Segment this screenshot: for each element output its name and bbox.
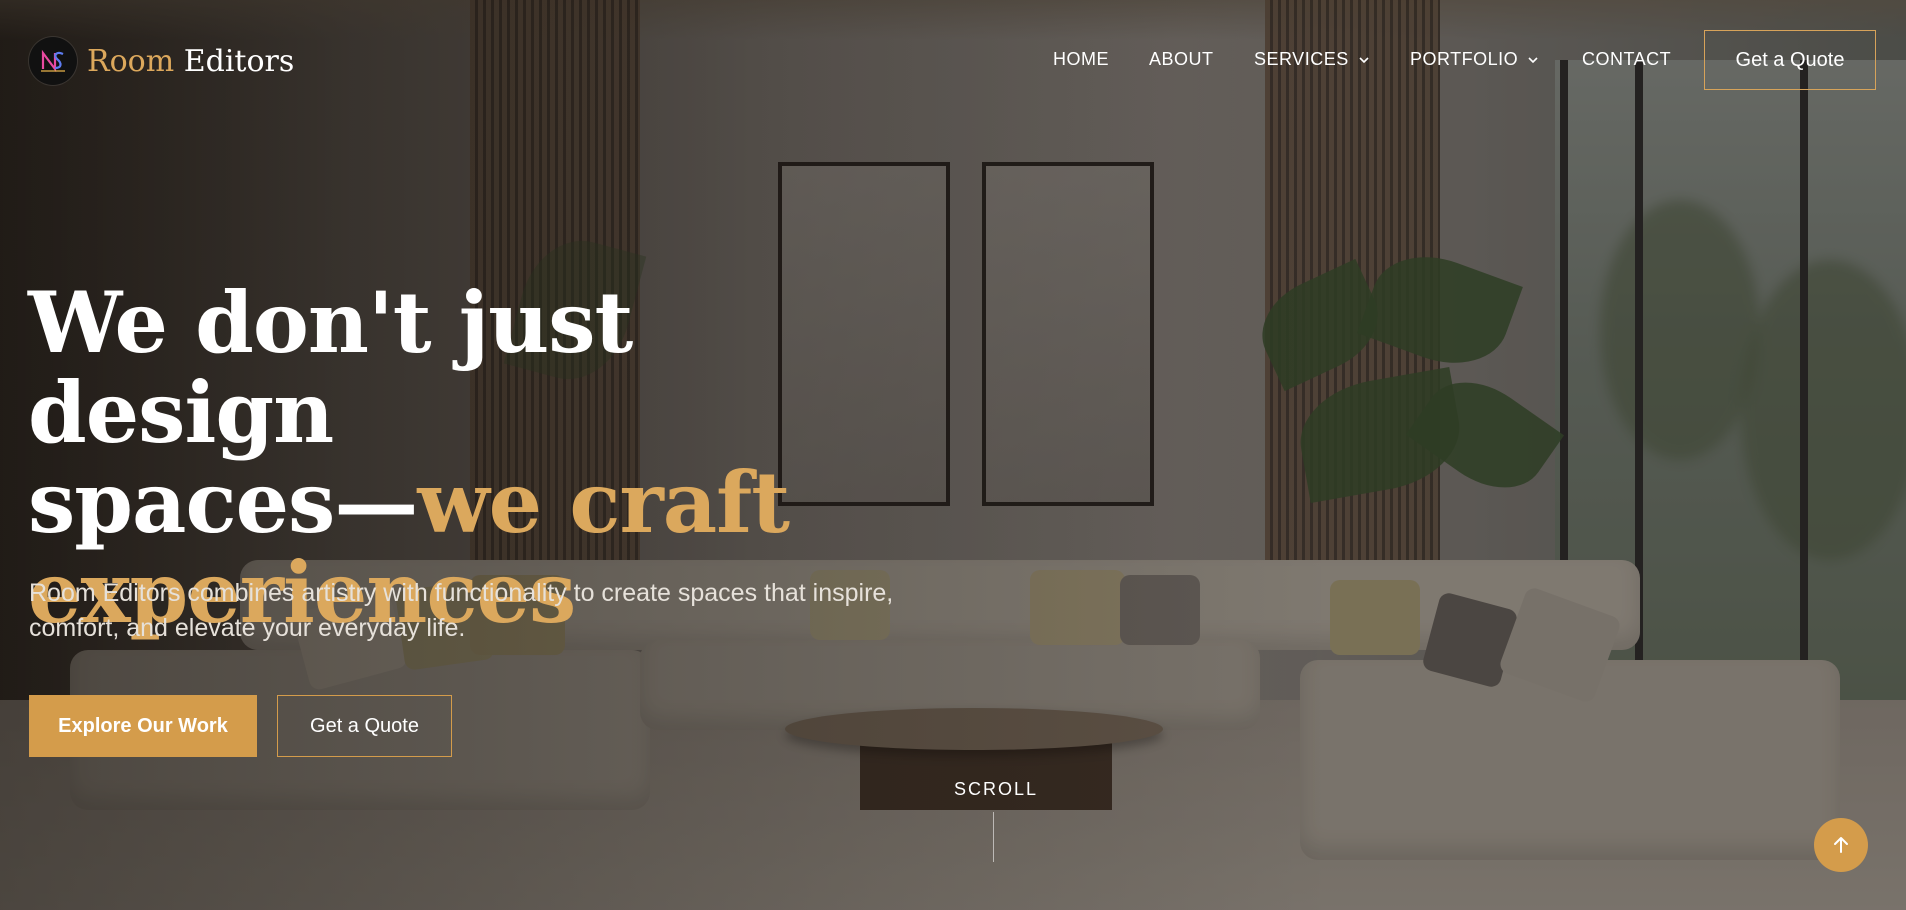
brand-name-rest: Editors bbox=[183, 43, 295, 79]
arrow-up-icon bbox=[1834, 837, 1848, 853]
ns-monogram-logo-icon bbox=[29, 37, 77, 85]
hero-subtitle: Room Editors combines artistry with func… bbox=[29, 579, 894, 642]
nav-item-portfolio[interactable]: PORTFOLIO bbox=[1410, 49, 1540, 70]
nav-item-about[interactable]: ABOUT bbox=[1149, 49, 1214, 70]
site-header: Room Editors HOME ABOUT SERVICES PORTFOL… bbox=[0, 0, 1906, 122]
nav-item-label: SERVICES bbox=[1254, 49, 1349, 69]
nav-item-home[interactable]: HOME bbox=[1053, 49, 1109, 70]
chevron-down-icon bbox=[1528, 56, 1538, 63]
nav-item-contact[interactable]: CONTACT bbox=[1582, 49, 1671, 70]
nav-item-services[interactable]: SERVICES bbox=[1254, 49, 1371, 70]
nav-item-label: ABOUT bbox=[1149, 49, 1214, 69]
explore-our-work-button[interactable]: Explore Our Work bbox=[29, 695, 257, 757]
hero-title-line1: We don't just design bbox=[28, 273, 633, 462]
nav-item-label: HOME bbox=[1053, 49, 1109, 69]
chevron-down-icon bbox=[1359, 56, 1369, 63]
brand-name: Room Editors bbox=[87, 44, 294, 79]
nav-item-label: CONTACT bbox=[1582, 49, 1672, 69]
header-get-quote-button[interactable]: Get a Quote bbox=[1704, 30, 1876, 90]
hero-get-quote-button[interactable]: Get a Quote bbox=[277, 695, 452, 757]
hero-title-line2-gold: we craft bbox=[417, 453, 790, 552]
nav-item-label: PORTFOLIO bbox=[1410, 49, 1519, 69]
site-logo[interactable]: Room Editors bbox=[29, 37, 294, 85]
hero-title-line2-white: spaces— bbox=[28, 453, 418, 552]
scroll-indicator-label[interactable]: SCROLL bbox=[954, 779, 1038, 800]
scroll-indicator-line bbox=[993, 812, 994, 862]
brand-name-accent: Room bbox=[87, 43, 175, 79]
back-to-top-button[interactable] bbox=[1814, 818, 1868, 872]
